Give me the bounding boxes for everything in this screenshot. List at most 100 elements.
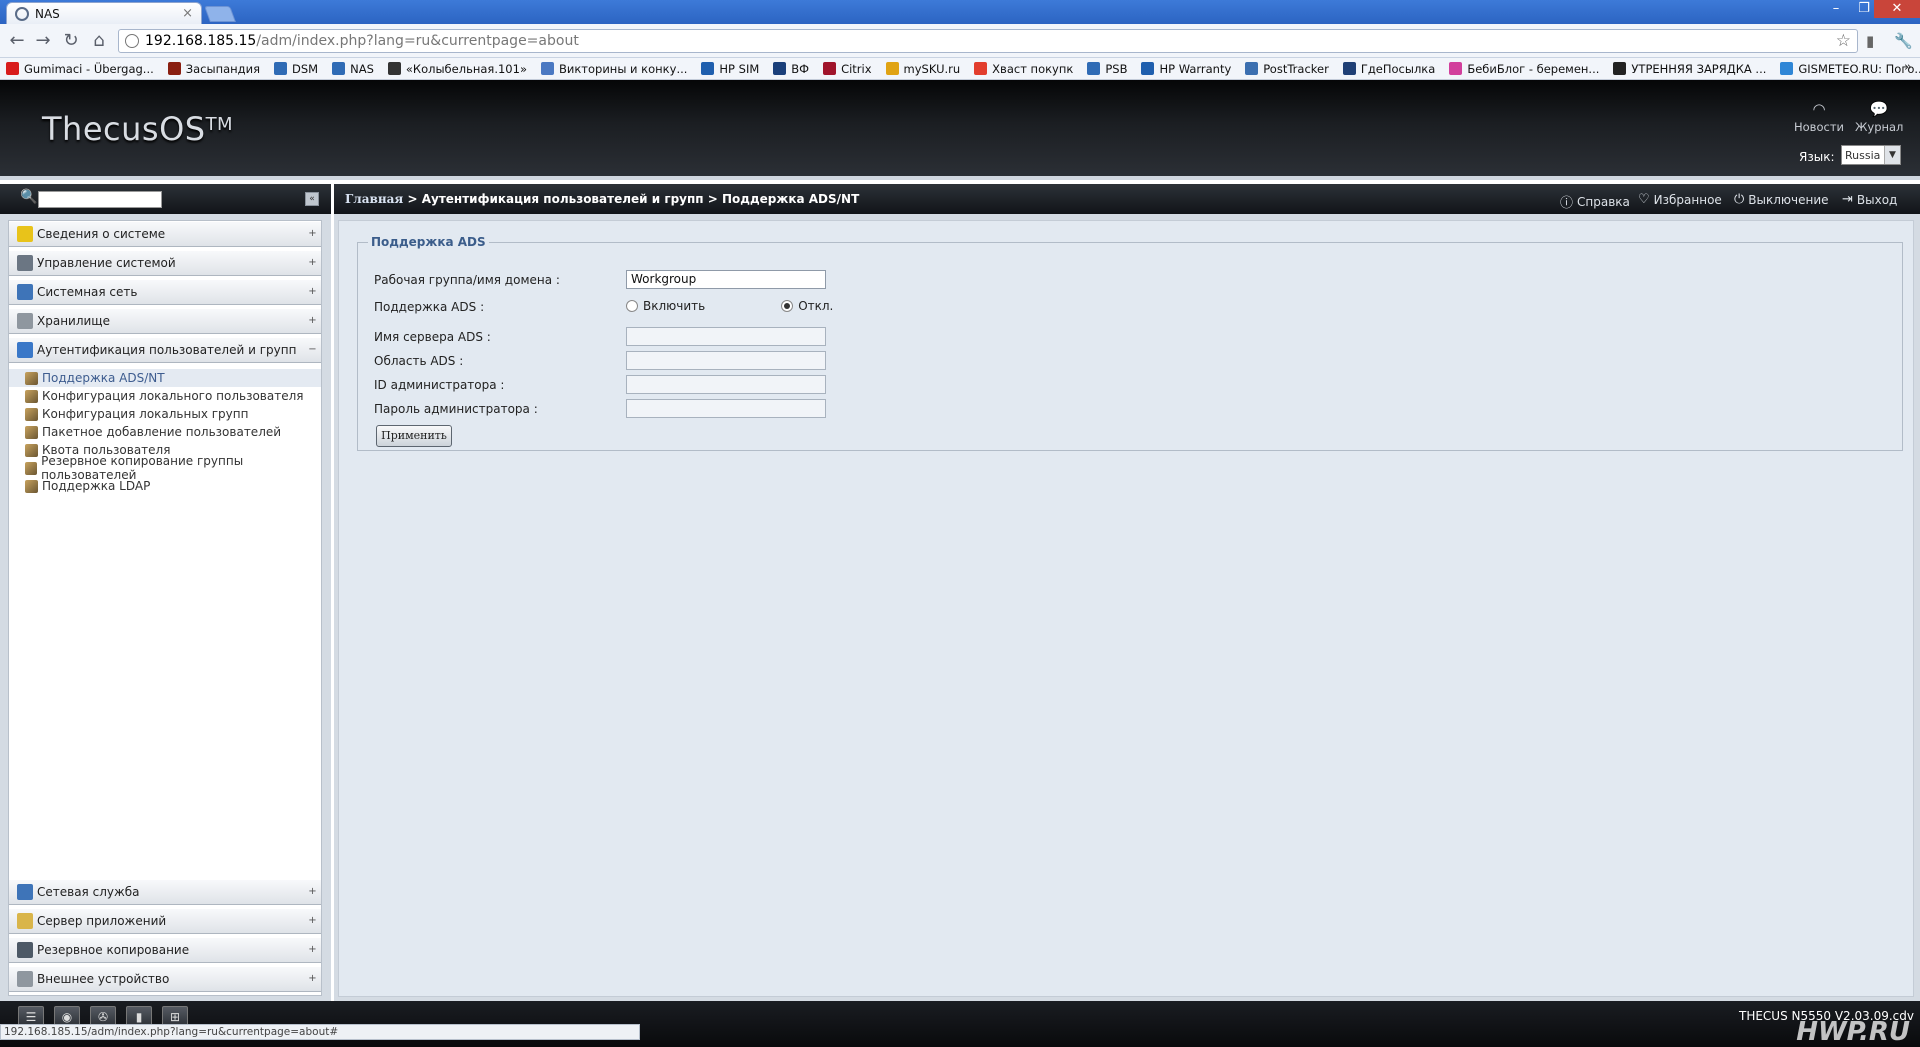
- heart-icon: ♡: [1638, 192, 1650, 207]
- bookmark-item[interactable]: HP SIM: [701, 62, 759, 76]
- ads-disable-label: Откл.: [798, 299, 834, 313]
- bookmark-favicon-icon: [6, 62, 19, 75]
- sidebar-group-label: Системная сеть: [37, 285, 138, 299]
- sidebar-group[interactable]: Хранилище +: [9, 308, 321, 334]
- admin-id-label: ID администратора :: [374, 378, 505, 392]
- admin-password-input[interactable]: [626, 399, 826, 418]
- bookmark-item[interactable]: Засыпандия: [167, 61, 261, 76]
- menu-group-icon: [17, 342, 33, 358]
- bookmark-label: DSM: [292, 61, 319, 76]
- bookmark-item[interactable]: «Колыбельная.101»: [387, 62, 527, 76]
- expand-icon[interactable]: +: [308, 316, 317, 326]
- bookmark-item[interactable]: mySKU.ru: [885, 62, 960, 76]
- expand-icon[interactable]: +: [308, 229, 317, 239]
- news-label: Новости: [1794, 120, 1844, 134]
- sidebar-search-input[interactable]: [38, 191, 162, 208]
- sidebar-subitem[interactable]: Конфигурация локального пользователя: [9, 387, 321, 405]
- page-info-icon[interactable]: [125, 34, 139, 48]
- browser-tab[interactable]: NAS ×: [6, 2, 202, 24]
- bookmark-label: NAS: [350, 61, 374, 76]
- logout-link[interactable]: ⇥ Выход: [1842, 192, 1897, 207]
- wrench-icon[interactable]: 🔧: [1894, 32, 1913, 50]
- ads-disable-radio[interactable]: [781, 300, 794, 312]
- sidebar-group[interactable]: Системная сеть +: [9, 279, 321, 305]
- menu-group-icon: [17, 284, 33, 300]
- ads-legend: Поддержка ADS: [371, 235, 486, 249]
- sidebar-group-label: Сетевая служба: [37, 885, 140, 899]
- back-icon[interactable]: ←: [6, 31, 28, 51]
- expand-icon[interactable]: +: [308, 258, 317, 268]
- bookmark-label: ВФ: [791, 61, 810, 76]
- bookmark-favicon-icon: [701, 62, 715, 75]
- collapse-icon[interactable]: −: [308, 345, 317, 355]
- bookmarks-more-icon[interactable]: »: [1904, 60, 1912, 75]
- sidebar-group[interactable]: Управление системой +: [9, 250, 321, 276]
- bookmark-star-icon[interactable]: ☆: [1836, 31, 1851, 51]
- language-select[interactable]: Russia ▼: [1841, 145, 1901, 165]
- ads-server-input[interactable]: [626, 327, 826, 346]
- bookmark-item[interactable]: УТРЕННЯЯ ЗАРЯДКА ...: [1613, 62, 1766, 76]
- apply-button[interactable]: Применить: [376, 425, 452, 447]
- expand-icon[interactable]: +: [308, 887, 317, 897]
- ads-enable-radio[interactable]: [626, 300, 638, 312]
- bookmark-item[interactable]: Викторины и конку...: [540, 62, 687, 76]
- bookmark-item[interactable]: GISMETEO.RU: Пого...: [1780, 62, 1920, 76]
- minimize-icon[interactable]: –: [1822, 0, 1850, 18]
- home-icon[interactable]: ⌂: [88, 31, 110, 51]
- bookmark-label: PostTracker: [1263, 61, 1329, 76]
- sidebar-subitem-label: Конфигурация локального пользователя: [42, 389, 304, 403]
- bookmark-item[interactable]: ГдеПосылка: [1342, 62, 1435, 76]
- bookmark-favicon-icon: [1613, 62, 1627, 75]
- user-group-icon: [25, 389, 38, 403]
- bookmark-item[interactable]: ВФ: [773, 62, 809, 76]
- workgroup-label: Рабочая группа/имя домена :: [374, 273, 560, 287]
- news-link[interactable]: ◠ Новости: [1794, 100, 1844, 134]
- workgroup-input[interactable]: Workgroup: [626, 270, 826, 289]
- sidebar-group[interactable]: Сервер приложений +: [9, 908, 321, 934]
- bookmark-item[interactable]: PSB: [1087, 62, 1127, 76]
- expand-icon[interactable]: +: [308, 287, 317, 297]
- shutdown-link[interactable]: ⏻ Выключение: [1734, 192, 1829, 207]
- expand-icon[interactable]: +: [308, 974, 317, 984]
- expand-icon[interactable]: +: [308, 945, 317, 955]
- bookmark-label: Засыпандия: [185, 61, 261, 76]
- expand-icon[interactable]: +: [308, 916, 317, 926]
- collapse-sidebar-icon[interactable]: «: [305, 192, 319, 206]
- journal-link[interactable]: 💬 Журнал: [1855, 100, 1903, 134]
- bookmark-item[interactable]: DSM: [274, 62, 318, 76]
- bookmark-item[interactable]: Хвaст покупк: [974, 62, 1073, 76]
- logout-icon: ⇥: [1842, 192, 1853, 207]
- menu-top-groups: Сведения о системе + Управление системой + С…: [9, 221, 321, 363]
- address-bar[interactable]: 192.168.185.15/adm/index.php?lang=ru&cur…: [118, 29, 1858, 53]
- bookmark-label: GISMETEO.RU: Пого...: [1798, 61, 1920, 76]
- bookmark-label: HP SIM: [719, 61, 760, 76]
- sidebar-group[interactable]: Сведения о системе +: [9, 221, 321, 247]
- ads-realm-input[interactable]: [626, 351, 826, 370]
- sidebar-subitem[interactable]: Конфигурация локальных групп: [9, 405, 321, 423]
- sidebar-group[interactable]: Аутентификация пользователей и групп −: [9, 337, 321, 363]
- sidebar-group[interactable]: Сетевая служба +: [9, 879, 321, 905]
- sidebar-subitem[interactable]: Резервное копирование группы пользовател…: [9, 454, 321, 482]
- bookmark-item[interactable]: БебиБлог - беремен...: [1449, 62, 1599, 76]
- sidebar-subitem[interactable]: Поддержка ADS/NT: [9, 369, 321, 387]
- close-window-icon[interactable]: ✕: [1874, 0, 1920, 18]
- sidebar-subitem[interactable]: Пакетное добавление пользователей: [9, 423, 321, 441]
- bookmark-item[interactable]: HP Warranty: [1141, 62, 1231, 76]
- forward-icon[interactable]: →: [32, 31, 54, 51]
- sidebar-search-bar: 🔍 «: [0, 184, 331, 214]
- ads-server-label: Имя сервера ADS :: [374, 330, 491, 344]
- ads-realm-label: Область ADS :: [374, 354, 464, 368]
- sidebar-group[interactable]: Внешнее устройство +: [9, 966, 321, 992]
- reload-icon[interactable]: ↻: [60, 31, 82, 51]
- favorites-link[interactable]: ♡ Избранное: [1638, 192, 1722, 207]
- admin-id-input[interactable]: [626, 375, 826, 394]
- help-link[interactable]: ⓘ Справка: [1560, 192, 1630, 212]
- sidebar-group[interactable]: Резервное копирование +: [9, 937, 321, 963]
- new-tab-button[interactable]: [204, 6, 236, 22]
- bookmark-item[interactable]: NAS: [332, 62, 374, 76]
- breadcrumb-home[interactable]: Главная: [345, 192, 403, 206]
- bookmark-item[interactable]: PostTracker: [1245, 62, 1329, 76]
- bookmark-item[interactable]: Citrix: [823, 62, 872, 76]
- bookmark-item[interactable]: Gumimaci - Übergag...: [6, 62, 154, 76]
- close-tab-icon[interactable]: ×: [182, 6, 193, 21]
